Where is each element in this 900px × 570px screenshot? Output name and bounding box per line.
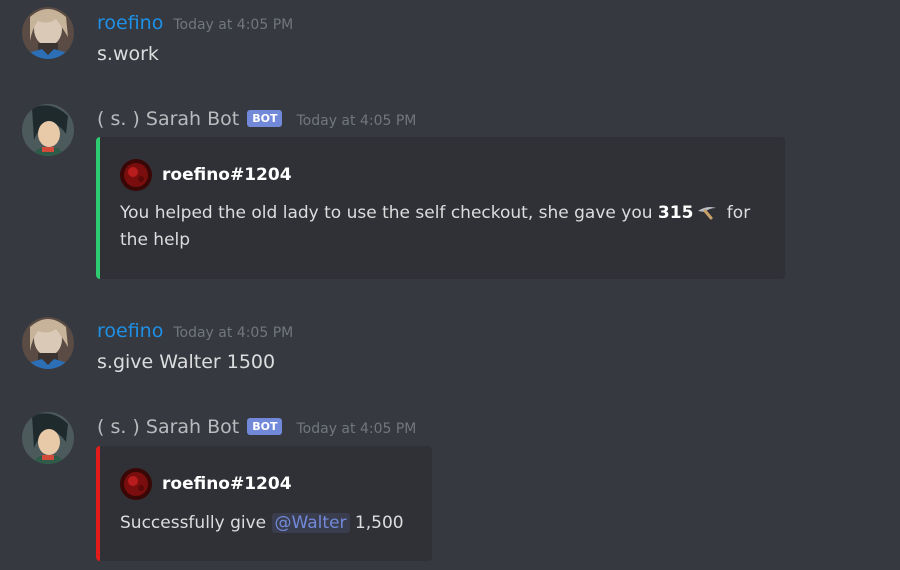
user-mention[interactable]: @Walter [271, 513, 350, 533]
embed-text: You helped the old lady to use the self … [120, 203, 658, 223]
embed-text: the help [120, 230, 191, 250]
embed: roefino#1204 Successfully give @Walter 1… [96, 446, 432, 561]
timestamp: Today at 4:05 PM [296, 421, 417, 437]
bot-avatar[interactable] [22, 412, 74, 464]
user-avatar[interactable] [22, 7, 74, 59]
timestamp: Today at 4:05 PM [173, 17, 294, 33]
message-content: s.work [97, 43, 159, 65]
username[interactable]: roefino [97, 320, 163, 342]
embed-author-name: roefino#1204 [162, 474, 292, 494]
embed-author-avatar [120, 468, 152, 500]
embed-author-name: roefino#1204 [162, 165, 292, 185]
pickaxe-icon [695, 202, 719, 220]
embed-text: for [721, 203, 751, 223]
message-content: s.give Walter 1500 [97, 351, 276, 373]
embed-description: Successfully give @Walter 1,500 [120, 510, 404, 537]
coin-amount: 315 [657, 203, 694, 223]
user-avatar[interactable] [22, 317, 74, 369]
bot-avatar[interactable] [22, 104, 74, 156]
embed-author: roefino#1204 [120, 468, 292, 500]
bot-tag: BOT [247, 110, 283, 127]
embed-text: 1,500 [349, 513, 404, 533]
bot-tag: BOT [247, 418, 283, 435]
embed-author: roefino#1204 [120, 159, 292, 191]
embed: roefino#1204 You helped the old lady to … [96, 137, 785, 279]
embed-description: You helped the old lady to use the self … [120, 200, 750, 254]
bot-username[interactable]: ( s. ) Sarah Bot [97, 108, 239, 130]
timestamp: Today at 4:05 PM [296, 113, 417, 129]
timestamp: Today at 4:05 PM [173, 325, 294, 341]
bot-username[interactable]: ( s. ) Sarah Bot [97, 416, 239, 438]
embed-author-avatar [120, 159, 152, 191]
embed-text: Successfully give [120, 513, 272, 533]
username[interactable]: roefino [97, 12, 163, 34]
